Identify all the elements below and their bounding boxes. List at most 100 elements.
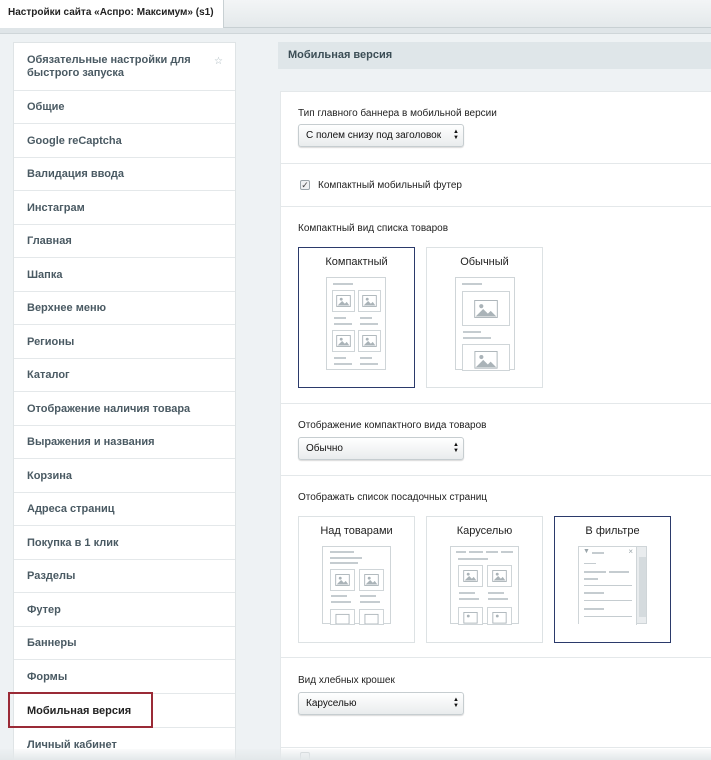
- sidebar-item-banners[interactable]: Баннеры: [14, 627, 235, 660]
- image-placeholder-icon: [462, 344, 510, 371]
- settings-sidebar: Обязательные настройки для быстрого запу…: [13, 42, 236, 760]
- sidebar-item-label: Главная: [27, 235, 72, 247]
- sidebar-item-label: Шапка: [27, 268, 63, 281]
- breadcrumbs-label: Вид хлебных крошек: [298, 675, 395, 686]
- sidebar-item-recaptcha[interactable]: Google reCaptcha: [14, 124, 235, 158]
- sidebar-item-label: Регионы: [27, 335, 75, 348]
- image-placeholder-icon: [330, 609, 355, 625]
- select-value: С полем снизу под заголовок: [306, 130, 442, 141]
- normal-preview: [455, 277, 515, 371]
- banner-type-label: Тип главного баннера в мобильной версии: [298, 108, 497, 119]
- tab-site-settings[interactable]: Настройки сайта «Аспро: Максимум» (s1): [0, 0, 224, 28]
- select-value: Каруселью: [306, 698, 357, 709]
- sidebar-item-forms[interactable]: Формы: [14, 660, 235, 694]
- landing-option-above-products[interactable]: Над товарами: [298, 516, 415, 643]
- bottom-fade: [0, 749, 711, 760]
- compact-footer-checkbox[interactable]: ✓: [300, 180, 310, 190]
- breadcrumbs-select[interactable]: Каруселью ▲ ▼: [298, 692, 464, 715]
- banner-type-section: Тип главного баннера в мобильной версии …: [280, 91, 711, 163]
- sidebar-item-label: Верхнее меню: [27, 302, 106, 314]
- sidebar-item-label: Каталог: [27, 369, 70, 381]
- sidebar-item-phrases[interactable]: Выражения и названия: [14, 426, 235, 459]
- sidebar-item-top-menu[interactable]: Верхнее меню: [14, 292, 235, 325]
- image-placeholder-icon: [462, 291, 510, 326]
- tab-bar: Настройки сайта «Аспро: Максимум» (s1): [0, 0, 711, 28]
- option-title: Каруселью: [456, 525, 513, 537]
- sidebar-item-stock-display[interactable]: Отображение наличия товара: [14, 392, 235, 426]
- sidebar-item-label: Google reCaptcha: [27, 134, 122, 147]
- sidebar-item-required[interactable]: Обязательные настройки для быстрого запу…: [14, 43, 235, 91]
- sidebar-item-main[interactable]: Главная: [14, 225, 235, 258]
- sidebar-item-label: Выражения и названия: [27, 436, 155, 448]
- sidebar-item-label: Валидация ввода: [27, 168, 124, 180]
- image-placeholder-icon: [358, 290, 381, 312]
- sidebar-item-label: Формы: [27, 670, 68, 683]
- select-arrows-icon: ▲ ▼: [453, 442, 459, 454]
- star-icon: ☆: [214, 56, 223, 67]
- landing-pages-section: Отображать список посадочных страниц Над…: [280, 475, 711, 657]
- sidebar-item-footer[interactable]: Футер: [14, 593, 235, 627]
- compact-display-label: Отображение компактного вида товаров: [298, 420, 487, 431]
- image-placeholder-icon: [332, 330, 355, 352]
- above-products-preview: [322, 546, 391, 625]
- sidebar-item-label: Мобильная версия: [27, 704, 132, 717]
- sidebar-item-cart[interactable]: Корзина: [14, 459, 235, 493]
- landing-option-in-filter[interactable]: В фильтре ▼ ×: [554, 516, 671, 643]
- view-option-normal[interactable]: Обычный: [426, 247, 543, 388]
- sidebar-item-label: Баннеры: [27, 637, 77, 649]
- close-icon: ×: [628, 547, 633, 556]
- sidebar-item-sections[interactable]: Разделы: [14, 560, 235, 593]
- filter-icon: ▼: [583, 548, 590, 555]
- sidebar-item-general[interactable]: Общие: [14, 91, 235, 124]
- sidebar-item-page-urls[interactable]: Адреса страниц: [14, 493, 235, 526]
- option-title: Компактный: [325, 256, 388, 268]
- sidebar-item-label: Инстаграм: [27, 201, 85, 214]
- select-arrows-icon: ▲ ▼: [453, 129, 459, 141]
- compact-display-select[interactable]: Обычно ▲ ▼: [298, 437, 464, 460]
- sidebar-item-label: Футер: [27, 603, 61, 616]
- option-title: Над товарами: [320, 525, 393, 537]
- sidebar-item-regions[interactable]: Регионы: [14, 325, 235, 359]
- view-option-compact[interactable]: Компактный: [298, 247, 415, 388]
- in-filter-preview: ▼ ×: [578, 546, 647, 625]
- sidebar-item-label: Общие: [27, 101, 65, 113]
- image-placeholder-icon: [458, 565, 483, 587]
- sidebar-item-instagram[interactable]: Инстаграм: [14, 191, 235, 225]
- image-placeholder-icon: [458, 607, 483, 625]
- landing-option-carousel[interactable]: Каруселью: [426, 516, 543, 643]
- sidebar-item-mobile[interactable]: Мобильная версия: [14, 694, 235, 728]
- option-title: В фильтре: [585, 525, 640, 537]
- image-placeholder-icon: [487, 565, 512, 587]
- image-placeholder-icon: [358, 330, 381, 352]
- compact-display-section: Отображение компактного вида товаров Обы…: [280, 403, 711, 475]
- sidebar-item-catalog[interactable]: Каталог: [14, 359, 235, 392]
- sidebar-item-input-validation[interactable]: Валидация ввода: [14, 158, 235, 191]
- sidebar-item-label: Отображение наличия товара: [27, 402, 191, 415]
- sidebar-item-label: Покупка в 1 клик: [27, 536, 119, 549]
- section-title: Мобильная версия: [278, 42, 711, 69]
- image-placeholder-icon: [359, 569, 384, 591]
- compact-footer-section: ✓ Компактный мобильный футер: [280, 163, 711, 206]
- breadcrumbs-section: Вид хлебных крошек Каруселью ▲ ▼: [280, 657, 711, 747]
- sidebar-item-label: Обязательные настройки для быстрого запу…: [27, 53, 191, 79]
- banner-type-select[interactable]: С полем снизу под заголовок ▲ ▼: [298, 124, 464, 147]
- option-title: Обычный: [460, 256, 509, 268]
- product-list-view-label: Компактный вид списка товаров: [298, 223, 449, 234]
- image-placeholder-icon: [359, 609, 384, 625]
- select-arrows-icon: ▲ ▼: [453, 697, 459, 709]
- compact-preview: [326, 277, 386, 370]
- sidebar-item-header[interactable]: Шапка: [14, 258, 235, 292]
- sidebar-item-label: Корзина: [27, 469, 72, 482]
- toolbar-strip: [0, 28, 711, 34]
- image-placeholder-icon: [330, 569, 355, 591]
- carousel-preview: [450, 546, 519, 625]
- settings-content: Мобильная версия Тип главного баннера в …: [278, 42, 711, 760]
- sidebar-item-label: Адреса страниц: [27, 503, 115, 515]
- compact-footer-label: Компактный мобильный футер: [318, 180, 462, 191]
- select-value: Обычно: [306, 443, 343, 454]
- landing-pages-label: Отображать список посадочных страниц: [298, 492, 488, 503]
- sidebar-item-label: Разделы: [27, 570, 76, 582]
- image-placeholder-icon: [487, 607, 512, 625]
- sidebar-item-one-click[interactable]: Покупка в 1 клик: [14, 526, 235, 560]
- product-list-view-section: Компактный вид списка товаров Компактный: [280, 206, 711, 403]
